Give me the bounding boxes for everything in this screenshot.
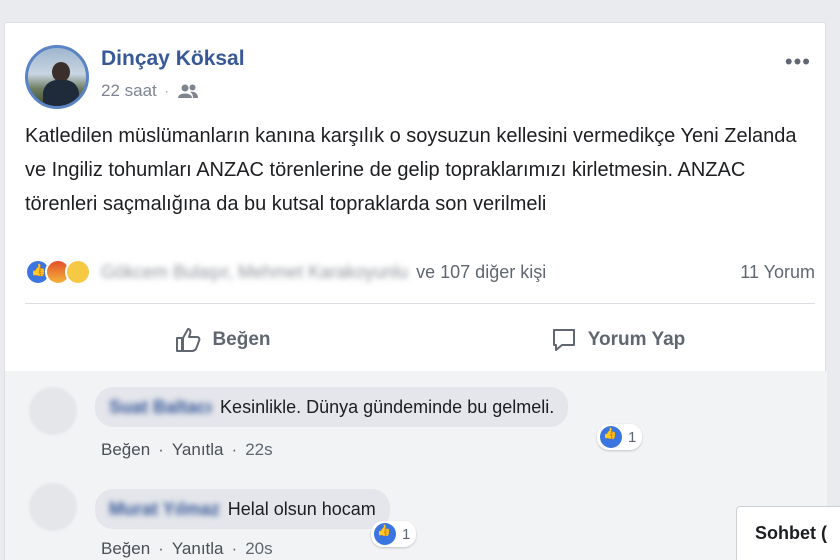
comments-section: Suat Baltacı Kesinlikle. Dünya gündemind… [5, 371, 827, 560]
commenter-name[interactable]: Suat Baltacı [109, 397, 212, 418]
comment-time[interactable]: 22s [245, 440, 272, 460]
post-text: Katledilen müslümanların kanına karşılık… [25, 125, 797, 215]
like-button[interactable]: Beğen [25, 319, 420, 361]
comment-text: Helal olsun hocam [227, 498, 376, 519]
comment-like-link[interactable]: Beğen [101, 539, 150, 559]
post-time[interactable]: 22 saat [101, 81, 157, 101]
reaction-icons[interactable] [25, 259, 91, 285]
comment-reaction-count: 1 [628, 428, 637, 446]
chat-tab[interactable]: Sohbet ( [736, 506, 840, 560]
friends-audience-icon[interactable] [177, 83, 199, 99]
comment-button[interactable]: Yorum Yap [420, 319, 815, 361]
reaction-names[interactable]: Gökcem Bulaşır, Mehmet Karakoyunlu [101, 262, 408, 283]
comment-count[interactable]: 11 Yorum [740, 262, 815, 283]
comment-actions: Beğen · Yanıtla · 22s [101, 440, 273, 460]
author-name[interactable]: Dinçay Köksal [101, 47, 245, 71]
comment-actions: Beğen · Yanıtla · 20s [101, 539, 273, 559]
divider [25, 303, 815, 304]
post-actions: Beğen Yorum Yap [25, 319, 815, 361]
comment-bubble: Suat Baltacı Kesinlikle. Dünya gündemind… [95, 387, 569, 427]
comment-label: Yorum Yap [587, 329, 686, 350]
comment-like-link[interactable]: Beğen [101, 440, 150, 460]
comment-reply-link[interactable]: Yanıtla [172, 440, 224, 460]
reactions-bar[interactable]: Gökcem Bulaşır, Mehmet Karakoyunlu ve 10… [25, 257, 815, 287]
separator: · [158, 440, 164, 459]
reaction-others[interactable]: ve 107 diğer kişi [416, 262, 546, 283]
comment-reactions[interactable]: 1 [371, 521, 417, 547]
like-reaction-icon [374, 523, 396, 545]
separator: · [231, 440, 238, 459]
commenter-avatar[interactable] [29, 483, 77, 531]
like-reaction-icon [600, 426, 622, 448]
commenter-name[interactable]: Murat Yılmaz [109, 499, 220, 520]
separator: · [158, 539, 164, 558]
commenter-avatar[interactable] [29, 387, 77, 435]
separator: · [231, 539, 238, 558]
comment-time[interactable]: 20s [245, 539, 272, 559]
comment-bubble: Murat Yılmaz Helal olsun hocam [95, 489, 390, 529]
comment-reply-link[interactable]: Yanıtla [172, 539, 224, 559]
thumbs-up-icon [176, 328, 201, 352]
like-label: Beğen [212, 329, 271, 350]
comment-reactions[interactable]: 1 [597, 424, 643, 450]
meta-separator: · [164, 84, 169, 98]
sad-reaction-icon [65, 259, 91, 285]
comment-bubble-icon [552, 329, 575, 351]
post-meta: 22 saat · [101, 81, 199, 101]
more-options-icon[interactable]: ••• [785, 49, 811, 75]
author-avatar[interactable] [25, 45, 89, 109]
comment-reaction-count: 1 [402, 525, 411, 543]
comment-text: Kesinlikle. Dünya gündeminde bu gelmeli. [220, 396, 555, 417]
post-card: Dinçay Köksal 22 saat · ••• Katledilen m… [4, 22, 827, 560]
